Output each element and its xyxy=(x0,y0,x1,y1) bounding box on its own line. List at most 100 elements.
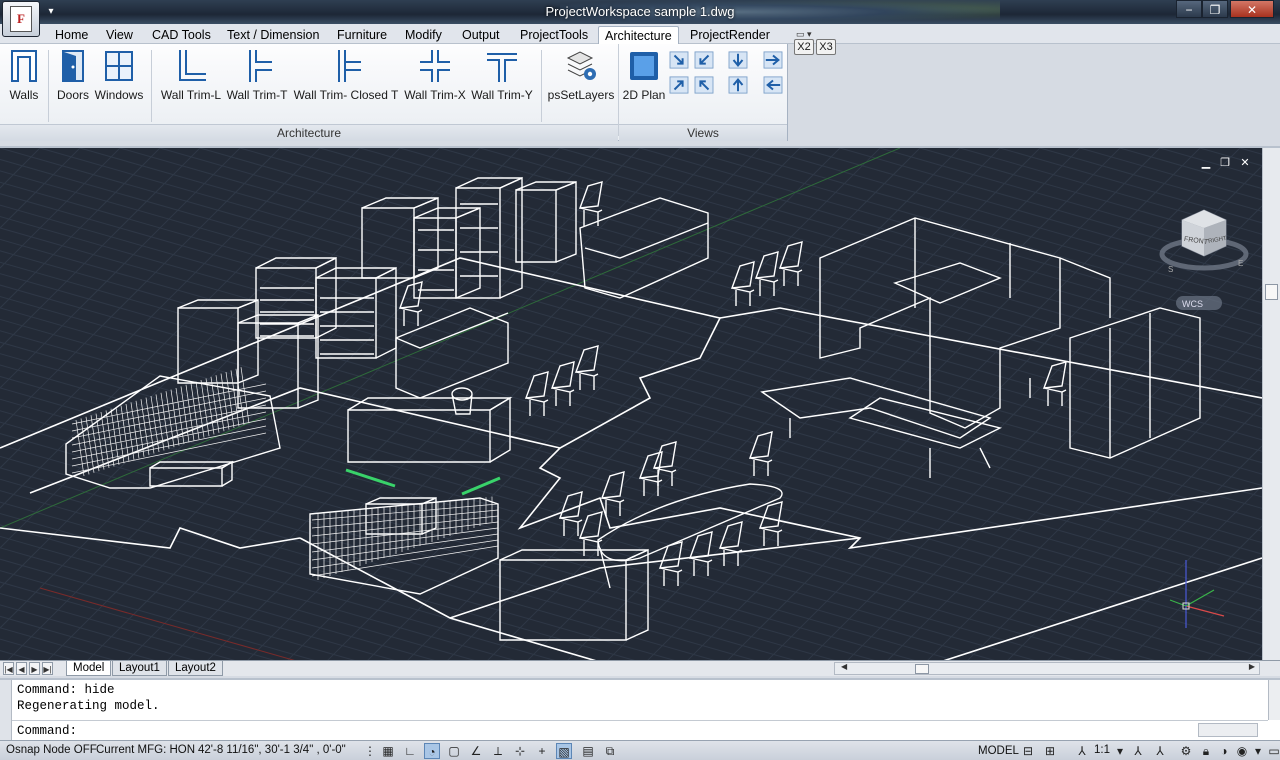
viewport-close-button[interactable]: ✕ xyxy=(1237,156,1253,170)
wall-trim-t-button[interactable]: Wall Trim-T xyxy=(224,48,290,102)
scroll-left-arrow-icon[interactable]: ◀ xyxy=(841,662,847,671)
tab-home[interactable]: Home xyxy=(49,26,94,44)
annotation-scale-value[interactable]: 1:1 xyxy=(1094,744,1110,756)
view-right-icon[interactable] xyxy=(762,50,784,70)
prev-layout-arrow-icon[interactable]: ◀ xyxy=(16,662,27,675)
doors-button[interactable]: Doors xyxy=(54,48,92,102)
workspace-gear-icon[interactable]: ⚙ xyxy=(1178,743,1194,759)
lock-icon[interactable]: 🔒︎ xyxy=(1198,743,1214,759)
tab-output[interactable]: Output xyxy=(456,26,506,44)
ribbon-separator xyxy=(541,50,542,122)
view-left-icon[interactable] xyxy=(762,75,784,95)
ribbon-minimize-icon[interactable]: ▭ ▾ xyxy=(796,29,818,39)
otrack-toggle-icon[interactable]: ∠ xyxy=(468,743,484,759)
walls-button[interactable]: Walls xyxy=(5,48,43,102)
model-space-button[interactable]: MODEL xyxy=(976,743,1021,759)
osnap-toggle-icon[interactable]: ▢ xyxy=(446,743,462,759)
last-layout-arrow-icon[interactable]: ▶| xyxy=(42,662,53,675)
window-minimize-button[interactable]: − xyxy=(1176,0,1202,18)
annotation-visibility-icon[interactable]: ⅄ xyxy=(1130,743,1146,759)
wall-trim-x-label: Wall Trim-X xyxy=(404,88,466,102)
wall-trim-y-icon xyxy=(487,53,517,82)
annotation-scale-icon[interactable]: ⅄ xyxy=(1074,743,1090,759)
wall-trim-y-label: Wall Trim-Y xyxy=(471,88,533,102)
first-layout-arrow-icon[interactable]: |◀ xyxy=(3,662,14,675)
model-space-drawing[interactable]: FRONT RIGHT S E WCS xyxy=(0,148,1262,660)
tab-architecture[interactable]: Architecture xyxy=(598,26,679,44)
auto-scale-icon[interactable]: ⅄ xyxy=(1152,743,1168,759)
tab-layout2[interactable]: Layout2 xyxy=(168,661,223,676)
polar-toggle-icon[interactable]: ◔ xyxy=(424,743,440,759)
next-layout-arrow-icon[interactable]: ▶ xyxy=(29,662,40,675)
vertical-scroll-thumb[interactable] xyxy=(1265,284,1278,300)
view-down-icon[interactable] xyxy=(727,50,749,70)
wall-trim-closed-t-label: Wall Trim- Closed T xyxy=(293,88,399,102)
dyn-toggle-icon[interactable]: ⊹ xyxy=(512,743,528,759)
viewport-minimize-button[interactable]: ▁ xyxy=(1198,156,1214,170)
tab-text-dimension[interactable]: Text / Dimension xyxy=(221,26,325,44)
window-icon xyxy=(105,51,133,81)
flyout-x2-button[interactable]: X2 xyxy=(794,39,814,55)
flyout-x3-button[interactable]: X3 xyxy=(816,39,836,55)
sc-toggle-icon[interactable]: ⧉ xyxy=(602,743,618,759)
view-nw-icon[interactable] xyxy=(693,75,715,95)
command-history-line: Regenerating model. xyxy=(17,699,160,713)
tab-layout1[interactable]: Layout1 xyxy=(112,661,167,676)
compass-e-label: E xyxy=(1238,259,1243,268)
quick-view-drawings-icon[interactable]: ⊞ xyxy=(1042,743,1058,759)
isolate-objects-icon[interactable]: ◉ xyxy=(1234,743,1250,759)
wall-trim-x-button[interactable]: Wall Trim-X xyxy=(402,48,468,102)
coordinate-readout[interactable]: 42'-8 11/16", 30'-1 3/4" , 0'-0" xyxy=(198,744,346,756)
viewport-restore-button[interactable]: ❐ xyxy=(1217,156,1233,170)
window-restore-button[interactable]: ❐ xyxy=(1202,0,1228,18)
windows-label: Windows xyxy=(94,88,144,102)
window-close-button[interactable]: ✕ xyxy=(1230,0,1274,18)
ribbon-panel-architecture: Walls Doors Windows Wall Trim-L Wall Tri… xyxy=(0,44,788,141)
tab-projectrender[interactable]: ProjectRender xyxy=(684,26,776,44)
status-bar-menu-icon[interactable]: ▾ xyxy=(1250,743,1266,759)
tpy-toggle-icon[interactable]: ▧ xyxy=(556,743,572,759)
tab-model[interactable]: Model xyxy=(66,661,112,676)
wall-trim-closed-t-button[interactable]: Wall Trim- Closed T xyxy=(292,48,400,102)
wall-trim-l-button[interactable]: Wall Trim-L xyxy=(158,48,224,102)
tab-view[interactable]: View xyxy=(100,26,139,44)
tab-projecttools[interactable]: ProjectTools xyxy=(514,26,594,44)
viewport-vertical-scrollbar[interactable] xyxy=(1262,148,1280,660)
command-history-scrollbar[interactable] xyxy=(1268,680,1280,720)
door-icon xyxy=(62,50,84,82)
pssetlayers-button[interactable]: psSetLayers xyxy=(547,48,615,102)
tab-modify[interactable]: Modify xyxy=(399,26,448,44)
architecture-panel-title: Architecture xyxy=(0,124,618,141)
osnap-status: Osnap Node OFF xyxy=(6,744,97,756)
wall-trim-t-icon xyxy=(249,50,272,82)
horizontal-scroll-thumb[interactable] xyxy=(915,664,929,674)
2d-plan-button[interactable]: 2D Plan xyxy=(622,48,666,102)
tab-cad-tools[interactable]: CAD Tools xyxy=(146,26,217,44)
drawing-viewport[interactable]: FRONT RIGHT S E WCS ▁ ❐ ✕ xyxy=(0,146,1280,660)
view-sw-icon[interactable] xyxy=(668,50,690,70)
clean-screen-icon[interactable]: ▭ xyxy=(1266,743,1280,759)
annotation-scale-dropdown-icon[interactable]: ▾ xyxy=(1112,743,1128,759)
windows-button[interactable]: Windows xyxy=(92,48,146,102)
view-se-icon[interactable] xyxy=(693,50,715,70)
hardware-acceleration-icon[interactable]: ◑ xyxy=(1216,743,1232,759)
application-menu-button[interactable]: F xyxy=(2,1,40,37)
view-up-icon[interactable] xyxy=(727,75,749,95)
command-horizontal-scrollbar[interactable] xyxy=(1198,723,1258,737)
command-window-grip[interactable] xyxy=(0,680,12,740)
tab-furniture[interactable]: Furniture xyxy=(331,26,393,44)
command-window: Command: hide Regenerating model. Comman… xyxy=(0,678,1280,740)
wall-trim-y-button[interactable]: Wall Trim-Y xyxy=(469,48,535,102)
scroll-right-arrow-icon[interactable]: ▶ xyxy=(1249,662,1255,671)
command-prompt-input[interactable]: Command: xyxy=(17,724,77,738)
viewport-horizontal-scrollbar[interactable]: ◀ ▶ xyxy=(834,662,1260,675)
grid-toggle-icon[interactable]: ▦ xyxy=(380,743,396,759)
quick-view-layouts-icon[interactable]: ⊟ xyxy=(1020,743,1036,759)
view-ne-icon[interactable] xyxy=(668,75,690,95)
ortho-toggle-icon[interactable]: ∟ xyxy=(402,743,418,759)
snap-toggle-icon[interactable]: ⋮ xyxy=(362,743,378,759)
qp-toggle-icon[interactable]: ▤ xyxy=(580,743,596,759)
ducs-toggle-icon[interactable]: ⟂ xyxy=(490,743,506,759)
title-bar: ▾ ProjectWorkspace sample 1.dwg − ❐ ✕ xyxy=(0,0,1280,24)
lineweight-toggle-icon[interactable]: + xyxy=(534,743,550,759)
